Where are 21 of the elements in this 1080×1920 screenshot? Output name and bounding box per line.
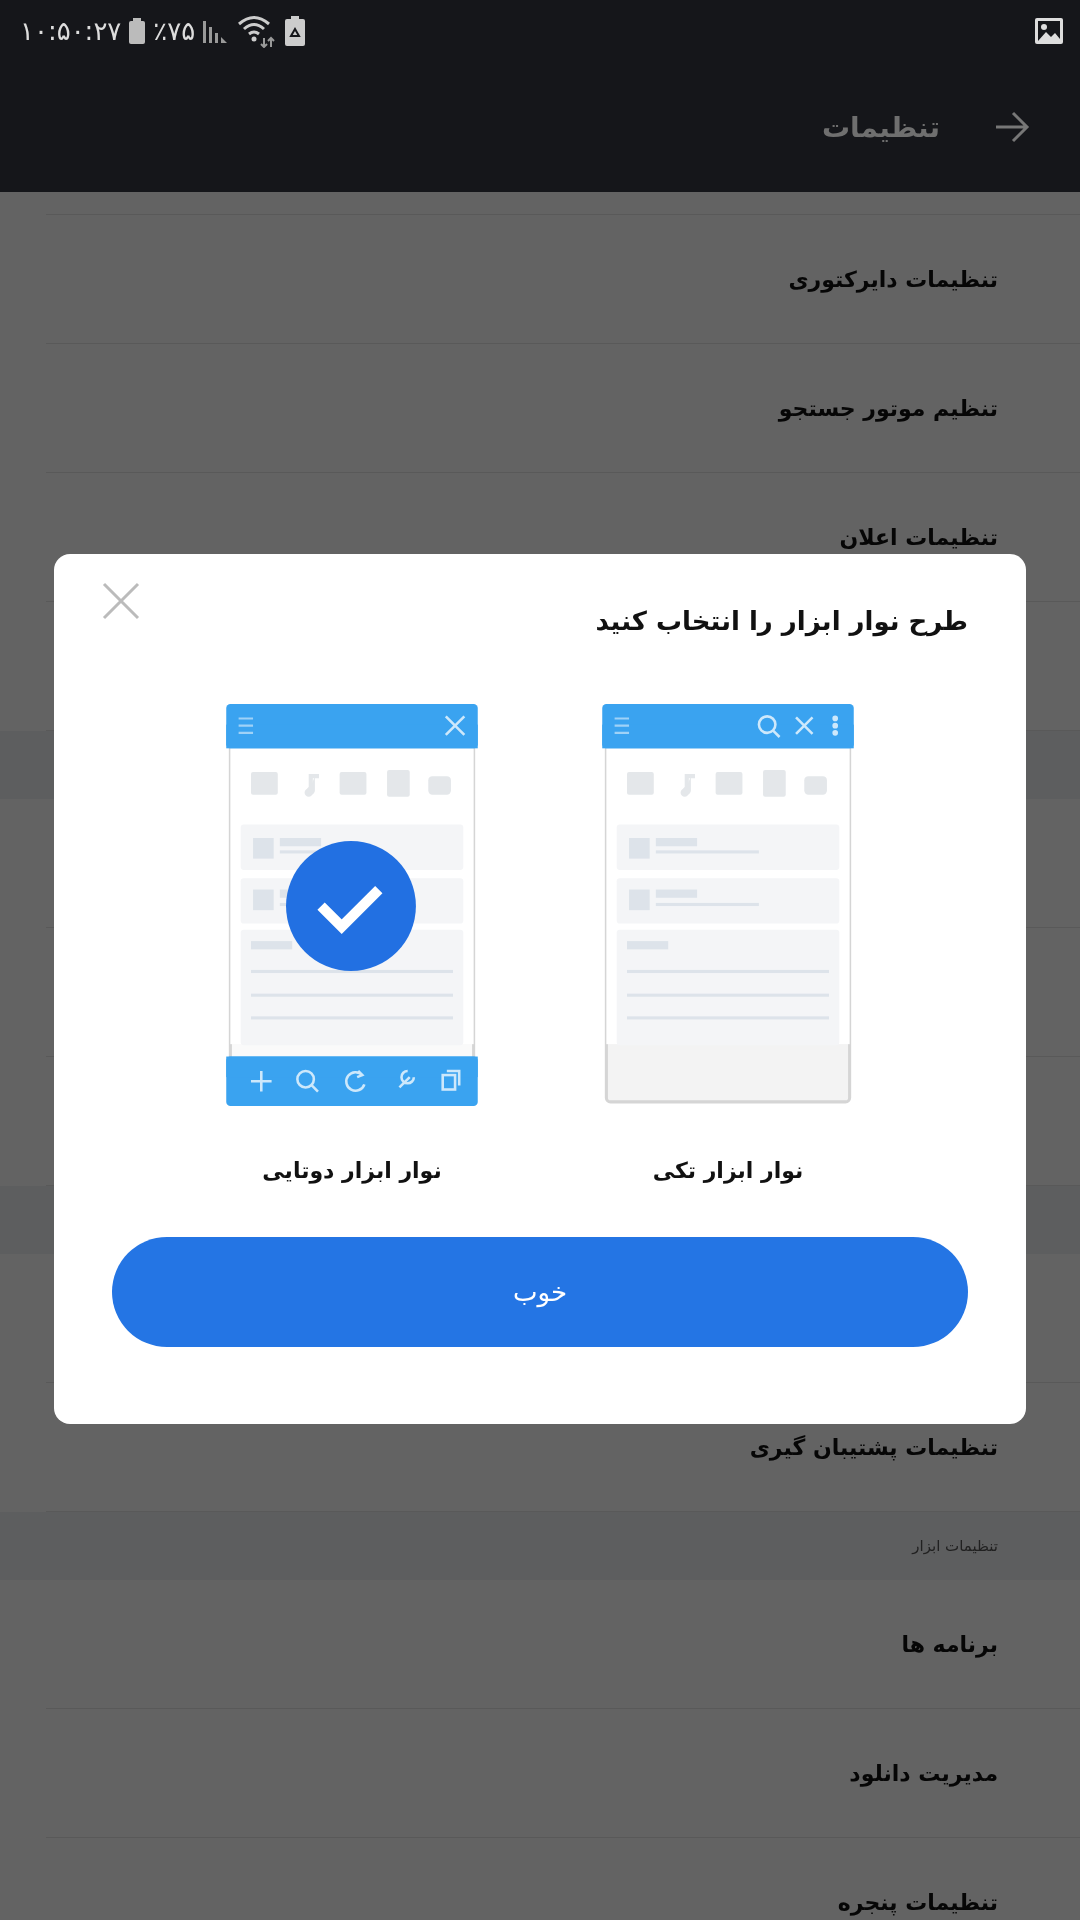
- signal-icon: [203, 19, 230, 43]
- ok-button[interactable]: خوب: [112, 1237, 968, 1347]
- section-header: تنظیمات ابزار: [0, 1512, 1080, 1580]
- dialog-title: طرح نوار ابزار را انتخاب کنید: [594, 606, 968, 636]
- settings-item[interactable]: برنامه ها: [46, 1580, 1080, 1709]
- battery-percent: ٪۷۵: [153, 16, 196, 46]
- settings-item[interactable]: تنظیمات دایرکتوری: [46, 215, 1080, 344]
- settings-item[interactable]: تنظیمات پنجره: [46, 1838, 1080, 1920]
- settings-item[interactable]: مدیریت دانلود: [46, 1709, 1080, 1838]
- settings-item[interactable]: تنظیم موتور جستجو: [46, 344, 1080, 473]
- option-label: نوار ابزار تکی: [652, 1158, 804, 1183]
- image-icon: [1034, 17, 1064, 45]
- screen-title: تنظیمات: [821, 110, 940, 144]
- option-label: نوار ابزار دوتایی: [262, 1158, 442, 1183]
- battery-icon: [129, 18, 146, 44]
- back-arrow-icon[interactable]: [994, 111, 1030, 143]
- toolbar-layout-drawing[interactable]: [602, 704, 854, 1106]
- clock: ۱۰:۵۰:۲۷: [20, 16, 122, 46]
- battery-saver-icon: [285, 16, 306, 46]
- toolbar-layout-drawing[interactable]: [226, 704, 478, 1106]
- check-icon: [286, 841, 416, 971]
